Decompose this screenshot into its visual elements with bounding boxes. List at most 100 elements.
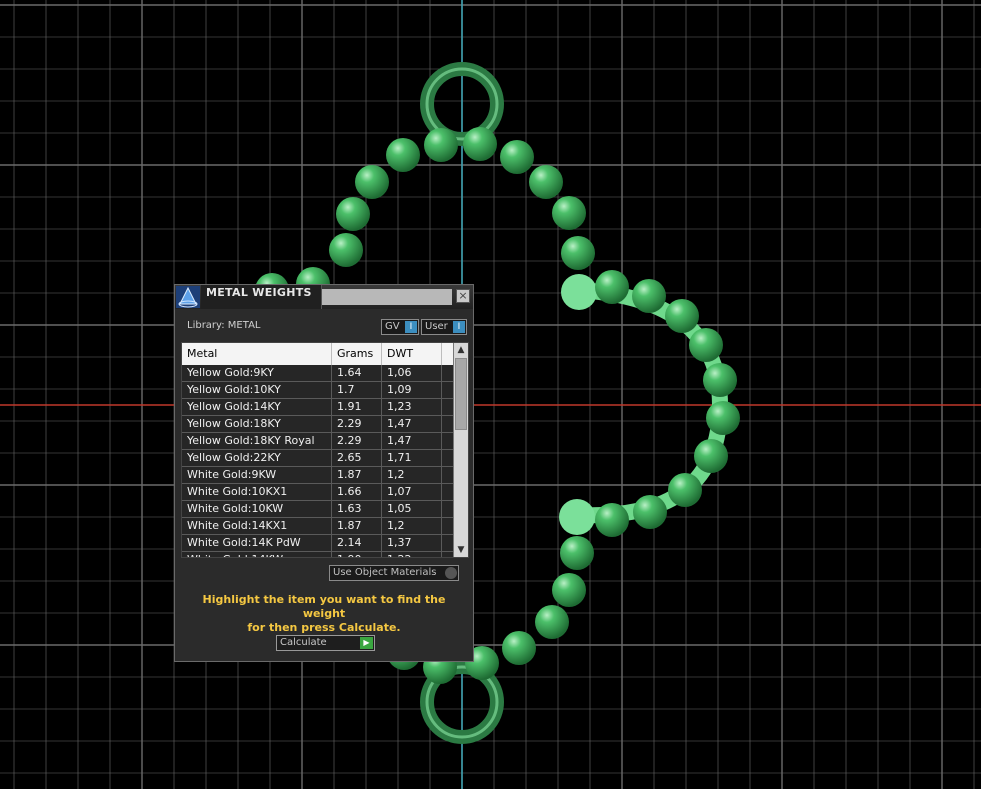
bead — [500, 140, 534, 174]
dwt-cell: 1,09 — [382, 382, 442, 398]
gv-label: GV — [385, 321, 400, 332]
table-row[interactable]: Yellow Gold:9KY 1.64 1,06 — [182, 365, 454, 382]
dwt-cell: 1,07 — [382, 484, 442, 500]
grams-cell: 1.91 — [332, 399, 382, 415]
grams-cell: 1.90 — [332, 552, 382, 557]
user-label: User — [425, 321, 448, 332]
table-row[interactable]: White Gold:10KX1 1.66 1,07 — [182, 484, 454, 501]
grams-cell: 1.66 — [332, 484, 382, 500]
bead — [424, 128, 458, 162]
bead — [703, 363, 737, 397]
grams-cell: 1.64 — [332, 365, 382, 381]
dwt-cell: 1,37 — [382, 535, 442, 551]
instruction-line-2: for then press Calculate. — [247, 621, 401, 634]
dwt-cell: 1,22 — [382, 552, 442, 557]
gv-library-toggle[interactable]: GV I — [381, 319, 419, 335]
grams-cell: 2.65 — [332, 450, 382, 466]
bead — [706, 401, 740, 435]
scroll-down-icon[interactable]: ▼ — [454, 543, 468, 557]
table-scrollbar[interactable]: ▲ ▼ — [453, 343, 468, 557]
dialog-titlebar[interactable]: METAL WEIGHTS × — [175, 285, 473, 309]
table-row[interactable]: Yellow Gold:10KY 1.7 1,09 — [182, 382, 454, 399]
dialog-title: METAL WEIGHTS — [206, 286, 312, 299]
bead — [689, 328, 723, 362]
bead — [552, 573, 586, 607]
scroll-thumb[interactable] — [455, 358, 467, 430]
bead — [355, 165, 389, 199]
use-object-materials-label: Use Object Materials — [333, 567, 437, 578]
grams-cell: 1.87 — [332, 467, 382, 483]
bead — [386, 138, 420, 172]
table-row[interactable]: White Gold:10KW 1.63 1,05 — [182, 501, 454, 518]
metal-cell: Yellow Gold:9KY — [182, 365, 332, 381]
table-row[interactable]: Yellow Gold:14KY 1.91 1,23 — [182, 399, 454, 416]
column-header-dwt[interactable]: DWT — [382, 343, 442, 365]
metal-weights-dialog: METAL WEIGHTS × Library: METAL GV I User… — [174, 284, 474, 662]
metal-cell: White Gold:9KW — [182, 467, 332, 483]
metal-cell: Yellow Gold:18KY Royal — [182, 433, 332, 449]
dwt-cell: 1,71 — [382, 450, 442, 466]
app-logo-icon — [176, 286, 200, 308]
toggle-knob-icon: I — [453, 321, 465, 333]
metal-cell: Yellow Gold:14KY — [182, 399, 332, 415]
bead — [535, 605, 569, 639]
bead — [329, 233, 363, 267]
user-library-toggle[interactable]: User I — [421, 319, 467, 335]
column-header-grams[interactable]: Grams — [332, 343, 382, 365]
metal-cell: Yellow Gold:18KY — [182, 416, 332, 432]
table-row[interactable]: Yellow Gold:18KY Royal 2.29 1,47 — [182, 433, 454, 450]
bead — [595, 503, 629, 537]
scroll-up-icon[interactable]: ▲ — [454, 343, 468, 357]
table-row[interactable]: Yellow Gold:22KY 2.65 1,71 — [182, 450, 454, 467]
bead — [665, 299, 699, 333]
bead — [694, 439, 728, 473]
library-label: Library: METAL — [187, 320, 261, 331]
close-button[interactable]: × — [456, 289, 470, 303]
grams-cell: 2.29 — [332, 433, 382, 449]
bead — [632, 279, 666, 313]
table-row[interactable]: White Gold:9KW 1.87 1,2 — [182, 467, 454, 484]
metal-cell: White Gold:10KW — [182, 501, 332, 517]
column-header-metal[interactable]: Metal — [182, 343, 332, 365]
bead — [336, 197, 370, 231]
table-row[interactable]: White Gold:14KX1 1.87 1,2 — [182, 518, 454, 535]
toggle-knob-icon: I — [405, 321, 417, 333]
bead — [595, 270, 629, 304]
bead — [463, 127, 497, 161]
table-row[interactable]: Yellow Gold:18KY 2.29 1,47 — [182, 416, 454, 433]
grams-cell: 2.29 — [332, 416, 382, 432]
metal-cell: White Gold:10KX1 — [182, 484, 332, 500]
instruction-line-1: Highlight the item you want to find the … — [202, 593, 446, 620]
dwt-cell: 1,47 — [382, 433, 442, 449]
dwt-cell: 1,2 — [382, 467, 442, 483]
metal-weights-table[interactable]: Metal Grams DWT Yellow Gold:9KY 1.64 1,06 Y… — [181, 342, 469, 558]
bead — [633, 495, 667, 529]
toggle-knob-icon — [445, 567, 457, 579]
metal-cell: White Gold:14KX1 — [182, 518, 332, 534]
bead — [552, 196, 586, 230]
grams-cell: 1.7 — [332, 382, 382, 398]
bead — [529, 165, 563, 199]
instruction-text: Highlight the item you want to find the … — [185, 593, 463, 635]
3d-viewport[interactable] — [0, 0, 981, 789]
dwt-cell: 1,23 — [382, 399, 442, 415]
table-row[interactable]: White Gold:14KW1.901,22 — [182, 552, 454, 557]
play-icon: ▶ — [360, 637, 373, 649]
table-header: Metal Grams DWT — [182, 343, 454, 365]
dwt-cell: 1,05 — [382, 501, 442, 517]
dwt-cell: 1,2 — [382, 518, 442, 534]
metal-cell: Yellow Gold:10KY — [182, 382, 332, 398]
calculate-label: Calculate — [280, 637, 327, 648]
calculate-button[interactable]: Calculate ▶ — [276, 635, 375, 651]
use-object-materials-toggle[interactable]: Use Object Materials — [329, 565, 459, 581]
bead — [502, 631, 536, 665]
metal-cell: White Gold:14K PdW — [182, 535, 332, 551]
title-drag-area[interactable] — [322, 289, 452, 305]
dwt-cell: 1,06 — [382, 365, 442, 381]
bead — [561, 236, 595, 270]
grams-cell: 2.14 — [332, 535, 382, 551]
grams-cell: 1.87 — [332, 518, 382, 534]
grams-cell: 1.63 — [332, 501, 382, 517]
table-row[interactable]: White Gold:14K PdW 2.14 1,37 — [182, 535, 454, 552]
bead — [560, 536, 594, 570]
